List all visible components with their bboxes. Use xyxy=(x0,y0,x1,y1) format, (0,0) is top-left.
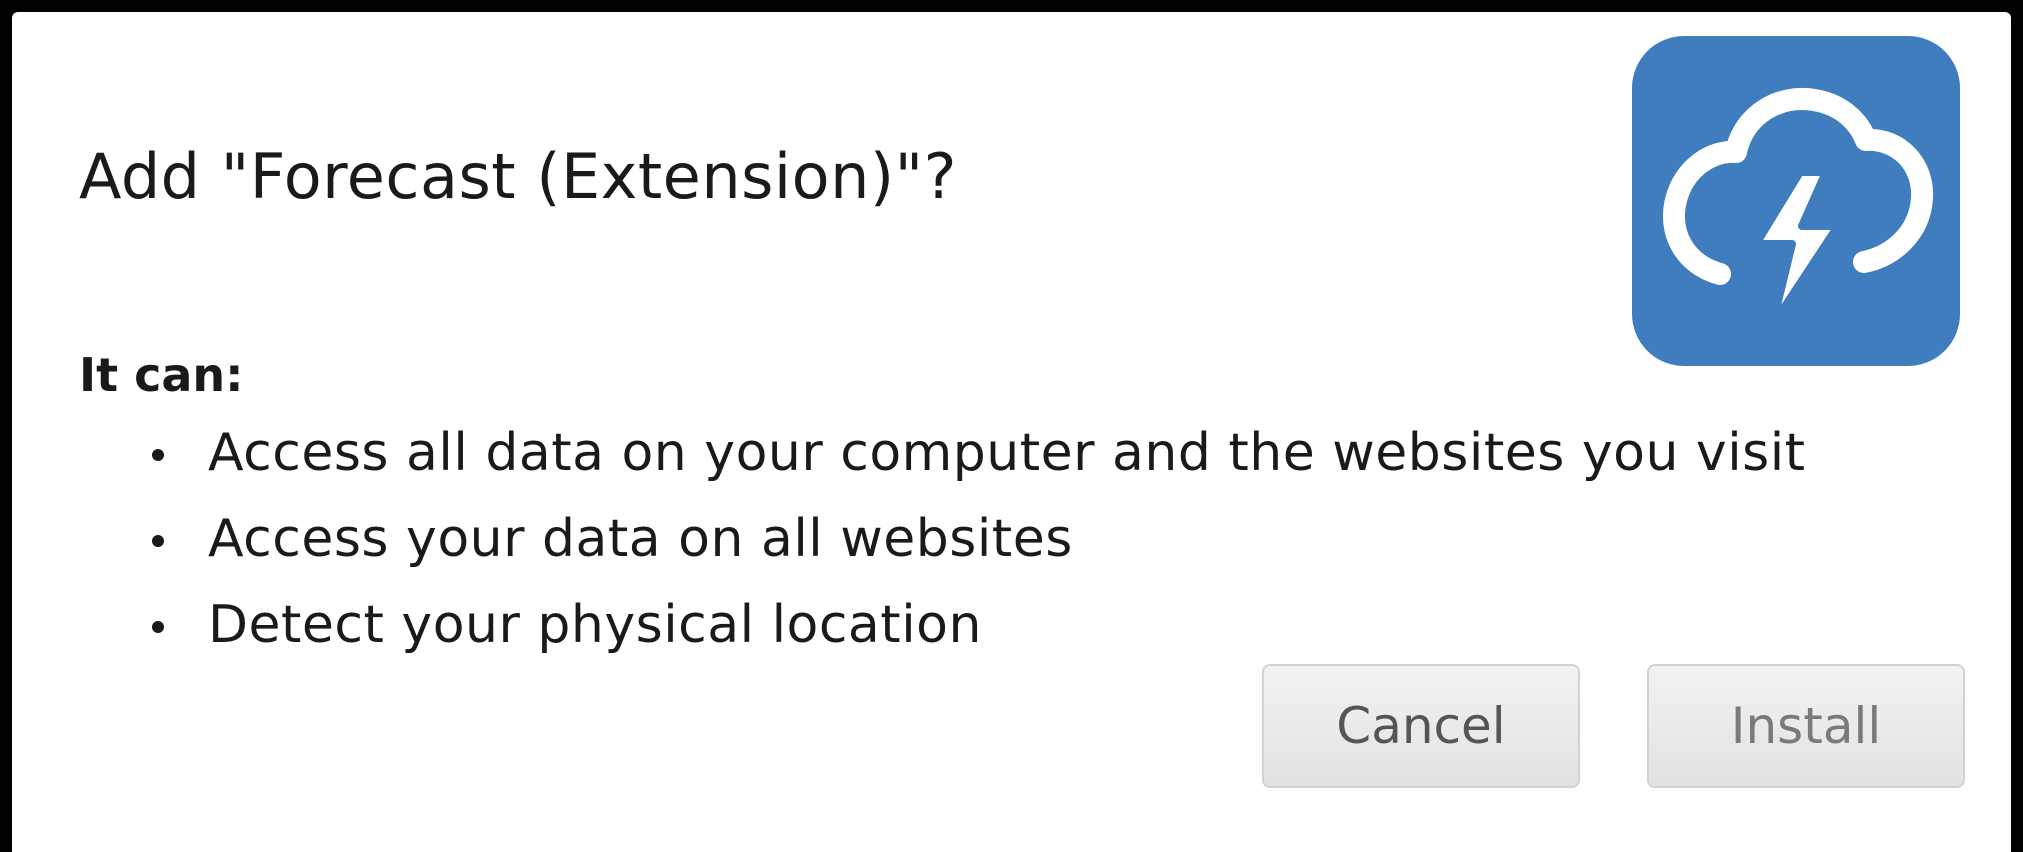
install-extension-dialog: Add "Forecast (Extension)"? It can: Acce… xyxy=(12,12,2011,852)
bullet-icon xyxy=(152,621,164,633)
dialog-title: Add "Forecast (Extension)"? xyxy=(79,140,957,213)
bullet-icon xyxy=(152,535,164,547)
install-button[interactable]: Install xyxy=(1647,664,1965,788)
permission-item: Access all data on your computer and the… xyxy=(142,427,1806,513)
bullet-icon xyxy=(152,449,164,461)
permission-item: Access your data on all websites xyxy=(142,513,1806,599)
permissions-list: Access all data on your computer and the… xyxy=(142,427,1806,685)
cloud-lightning-icon xyxy=(1632,36,1960,366)
permission-text: Access your data on all websites xyxy=(208,509,1073,569)
permission-text: Access all data on your computer and the… xyxy=(208,423,1806,483)
cancel-button[interactable]: Cancel xyxy=(1262,664,1580,788)
permission-text: Detect your physical location xyxy=(208,595,982,655)
permissions-heading: It can: xyxy=(79,348,244,402)
